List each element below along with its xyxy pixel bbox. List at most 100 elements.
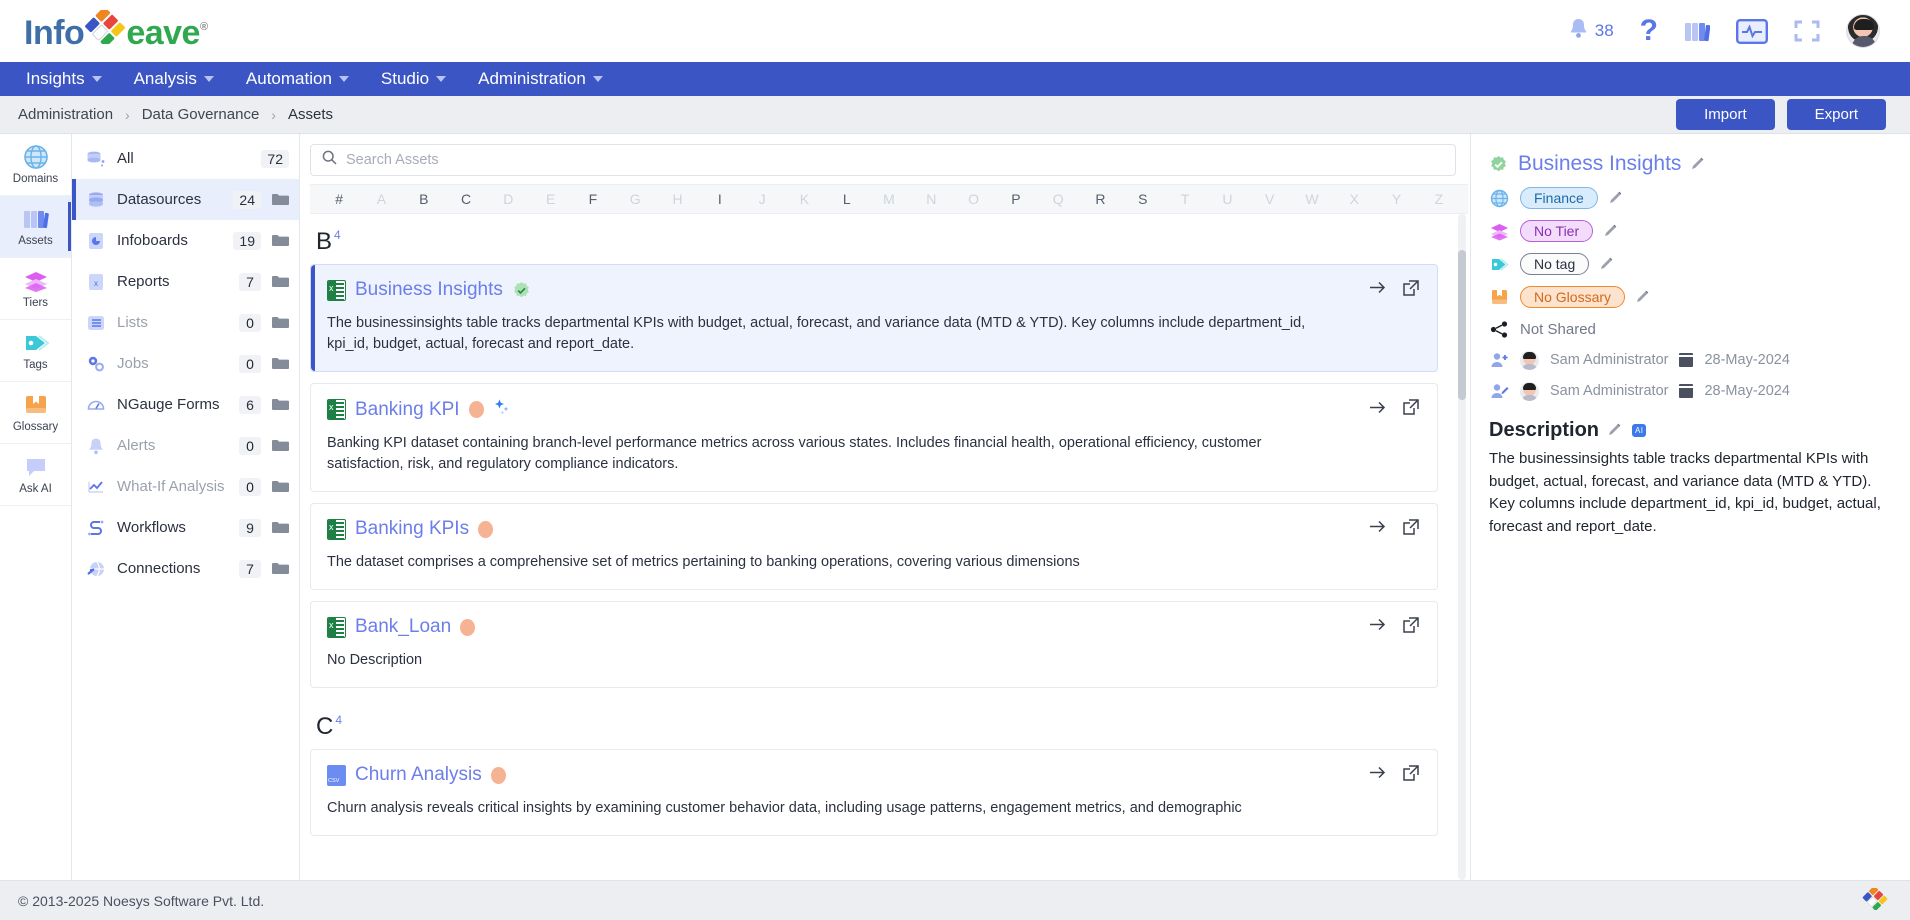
folder-icon[interactable]: [272, 398, 289, 411]
alpha-f[interactable]: F: [572, 191, 614, 207]
nav-item-analysis[interactable]: Analysis: [122, 65, 226, 93]
alpha-d[interactable]: D: [487, 191, 529, 207]
alpha-w[interactable]: W: [1291, 191, 1333, 207]
alpha-t[interactable]: T: [1164, 191, 1206, 207]
folder-icon[interactable]: [272, 193, 289, 206]
glossary-pill[interactable]: No Glossary: [1520, 286, 1626, 308]
alpha-o[interactable]: O: [952, 191, 994, 207]
import-button[interactable]: Import: [1676, 99, 1775, 130]
asset-title[interactable]: Banking KPIs: [355, 518, 469, 540]
go-arrow-icon[interactable]: [1369, 765, 1386, 785]
alpha-z[interactable]: Z: [1418, 191, 1460, 207]
go-arrow-icon[interactable]: [1369, 519, 1386, 539]
notifications-button[interactable]: 38: [1568, 17, 1614, 45]
open-external-icon[interactable]: [1403, 399, 1419, 420]
rail-item-tiers[interactable]: Tiers: [0, 258, 71, 320]
type-row-all[interactable]: All 72: [72, 138, 299, 179]
avatar[interactable]: [1846, 14, 1880, 48]
tier-pill[interactable]: No Tier: [1520, 220, 1594, 242]
infoveave-logo[interactable]: Info eave ®: [24, 6, 208, 53]
asset-card-churn-analysis[interactable]: Churn Analysis Churn ana: [310, 749, 1438, 837]
edit-title-pencil-icon[interactable]: [1691, 157, 1706, 172]
type-row-connections[interactable]: Connections 7: [72, 548, 299, 589]
alpha-h[interactable]: H: [656, 191, 698, 207]
nav-item-insights[interactable]: Insights: [14, 65, 114, 93]
rail-item-glossary[interactable]: Glossary: [0, 382, 71, 444]
alpha-v[interactable]: V: [1249, 191, 1291, 207]
alpha-s[interactable]: S: [1122, 191, 1164, 207]
go-arrow-icon[interactable]: [1369, 400, 1386, 420]
search-input[interactable]: [346, 152, 1444, 168]
ai-badge[interactable]: AI: [1632, 424, 1647, 437]
alpha-q[interactable]: Q: [1037, 191, 1079, 207]
export-button[interactable]: Export: [1786, 99, 1886, 130]
asset-title[interactable]: Churn Analysis: [355, 764, 482, 786]
folder-icon[interactable]: [272, 562, 289, 575]
type-row-what-if-analysis[interactable]: What-If Analysis 0: [72, 466, 299, 507]
alpha-k[interactable]: K: [783, 191, 825, 207]
asset-card-banking-kpi[interactable]: Banking KPI: [310, 383, 1438, 493]
type-row-ngauge-forms[interactable]: NGauge Forms 6: [72, 384, 299, 425]
help-icon[interactable]: ?: [1640, 16, 1658, 46]
go-arrow-icon[interactable]: [1369, 617, 1386, 637]
open-external-icon[interactable]: [1403, 518, 1419, 540]
asset-card-business-insights[interactable]: Business Insights: [310, 264, 1438, 373]
go-arrow-icon[interactable]: [1369, 280, 1386, 300]
alpha-p[interactable]: P: [995, 191, 1037, 207]
asset-title[interactable]: Business Insights: [355, 279, 503, 301]
edit-tag-pencil-icon[interactable]: [1600, 257, 1615, 272]
folder-icon[interactable]: [272, 521, 289, 534]
folder-icon[interactable]: [272, 316, 289, 329]
asset-title[interactable]: Bank_Loan: [355, 616, 451, 638]
type-row-workflows[interactable]: Workflows 9: [72, 507, 299, 548]
rail-item-assets[interactable]: Assets: [0, 196, 71, 258]
asset-card-banking-kpis[interactable]: Banking KPIs The dataset: [310, 503, 1438, 591]
type-row-reports[interactable]: x Reports 7: [72, 261, 299, 302]
alpha-g[interactable]: G: [614, 191, 656, 207]
nav-item-studio[interactable]: Studio: [369, 65, 458, 93]
asset-title[interactable]: Banking KPI: [355, 399, 460, 421]
type-row-infoboards[interactable]: Infoboards 19: [72, 220, 299, 261]
alpha-b[interactable]: B: [403, 191, 445, 207]
breadcrumb-item-administration[interactable]: Administration: [18, 106, 113, 123]
type-row-jobs[interactable]: Jobs 0: [72, 343, 299, 384]
edit-domain-pencil-icon[interactable]: [1609, 191, 1624, 206]
folder-icon[interactable]: [272, 439, 289, 452]
folder-icon[interactable]: [272, 480, 289, 493]
rail-item-ask-ai[interactable]: Ask AI: [0, 444, 71, 506]
type-row-lists[interactable]: Lists 0: [72, 302, 299, 343]
rail-item-domains[interactable]: Domains: [0, 134, 71, 196]
fullscreen-icon[interactable]: [1794, 19, 1820, 43]
folder-icon[interactable]: [272, 234, 289, 247]
breadcrumb-item-assets[interactable]: Assets: [288, 106, 333, 123]
asset-card-bank-loan[interactable]: Bank_Loan No Description: [310, 601, 1438, 689]
domain-pill[interactable]: Finance: [1520, 187, 1598, 209]
alpha-l[interactable]: L: [826, 191, 868, 207]
tag-pill[interactable]: No tag: [1520, 253, 1590, 275]
alpha-n[interactable]: N: [910, 191, 952, 207]
open-external-icon[interactable]: [1403, 764, 1419, 786]
open-external-icon[interactable]: [1403, 616, 1419, 638]
rail-item-tags[interactable]: Tags: [0, 320, 71, 382]
breadcrumb-item-data-governance[interactable]: Data Governance: [142, 106, 260, 123]
alpha-u[interactable]: U: [1206, 191, 1248, 207]
type-row-alerts[interactable]: Alerts 0: [72, 425, 299, 466]
alpha-i[interactable]: I: [699, 191, 741, 207]
alpha-e[interactable]: E: [529, 191, 571, 207]
alpha-c[interactable]: C: [445, 191, 487, 207]
alpha-j[interactable]: J: [741, 191, 783, 207]
alpha-hash[interactable]: #: [318, 191, 360, 207]
edit-glossary-pencil-icon[interactable]: [1636, 290, 1651, 305]
library-icon[interactable]: [1684, 19, 1710, 43]
alpha-a[interactable]: A: [360, 191, 402, 207]
type-row-datasources[interactable]: Datasources 24: [72, 179, 299, 220]
edit-tier-pencil-icon[interactable]: [1604, 224, 1619, 239]
monitor-icon[interactable]: [1736, 18, 1768, 44]
nav-item-administration[interactable]: Administration: [466, 65, 615, 93]
alpha-r[interactable]: R: [1079, 191, 1121, 207]
folder-icon[interactable]: [272, 357, 289, 370]
search-box[interactable]: [310, 144, 1456, 176]
alpha-x[interactable]: X: [1333, 191, 1375, 207]
open-external-icon[interactable]: [1403, 279, 1419, 301]
alpha-m[interactable]: M: [868, 191, 910, 207]
